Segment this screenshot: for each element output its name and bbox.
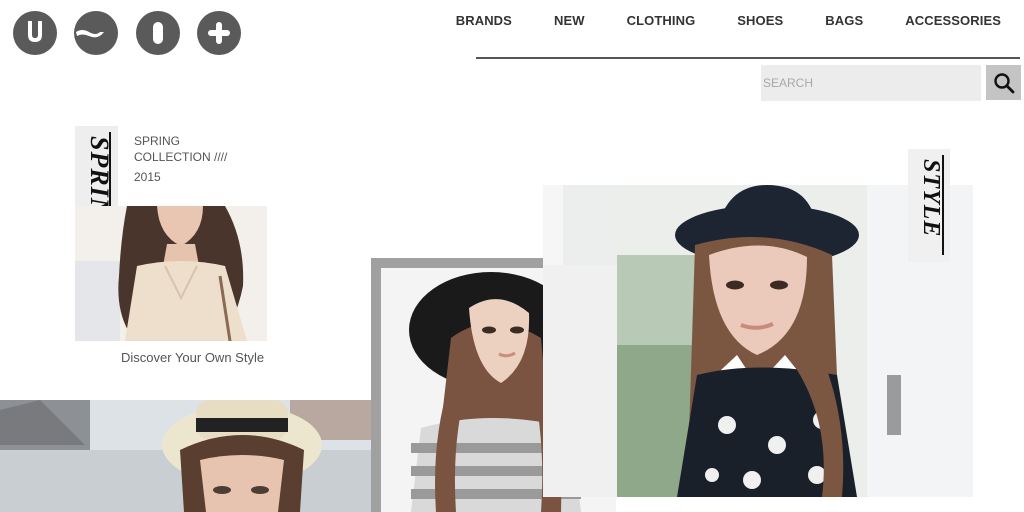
search-input[interactable] (761, 65, 981, 101)
search-button[interactable] (986, 65, 1021, 100)
collection-line: COLLECTION //// (134, 150, 228, 164)
collection-text: SPRING COLLECTION //// (134, 133, 227, 165)
logo-o-mark (136, 11, 180, 55)
spring-photo-image (75, 206, 267, 341)
white-hat-photo-image (0, 400, 380, 512)
logo-u-mark (13, 11, 57, 55)
site-logo[interactable] (13, 11, 241, 57)
nav-item-brands[interactable]: BRANDS (456, 13, 512, 29)
season-line: SPRING (134, 134, 181, 148)
logo-s-mark (74, 11, 118, 55)
nav-divider (476, 57, 1020, 59)
nav-item-shoes[interactable]: SHOES (737, 13, 783, 29)
spring-photo[interactable] (75, 206, 267, 341)
collection-year: 2015 (134, 170, 161, 184)
nav-item-new[interactable]: NEW (554, 13, 585, 29)
search-icon (993, 72, 1014, 93)
nav-item-accessories[interactable]: ACCESSORIES (905, 13, 1001, 29)
nav-item-clothing[interactable]: CLOTHING (627, 13, 696, 29)
style-word: STYLE (918, 159, 944, 238)
discover-caption: Discover Your Own Style (121, 350, 265, 365)
white-hat-photo[interactable] (0, 400, 380, 512)
right-photo-side-image (543, 185, 617, 265)
style-tag: STYLE (908, 149, 950, 262)
nav-item-bags[interactable]: BAGS (825, 13, 863, 29)
right-photo-side (543, 185, 617, 265)
logo-plus-mark (197, 11, 241, 55)
main-nav: BRANDS NEW CLOTHING SHOES BAGS ACCESSORI… (456, 13, 1001, 29)
